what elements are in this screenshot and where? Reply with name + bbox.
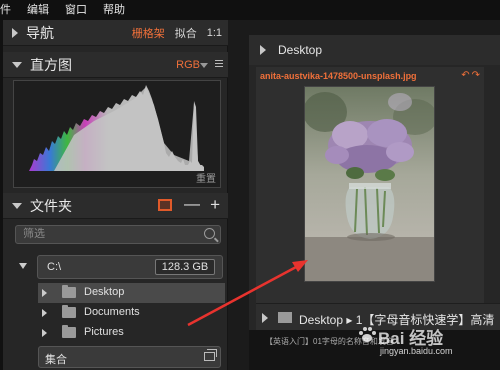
zoom-option-fit[interactable]: 拟合 [175, 25, 197, 41]
folder-icon [62, 305, 76, 318]
browser-panel: Desktop anita-austvika-1478500-unsplash.… [249, 35, 500, 370]
filter-placeholder: 筛选 [23, 228, 45, 240]
bottom-caption: 【英语入门】01字母的名称音和发音 [265, 337, 394, 346]
folder-icon [278, 312, 292, 323]
folder-label: Pictures [84, 326, 124, 338]
histogram-graph: 重置 [13, 80, 221, 188]
bottom-strip: 【英语入门】01字母的名称音和发音 [249, 330, 500, 370]
photo-thumbnail[interactable] [304, 86, 435, 282]
collections-button[interactable]: 集合 [38, 346, 221, 368]
histogram-reset-button[interactable]: 重置 [196, 170, 216, 185]
folder-item-desktop[interactable]: Desktop [38, 283, 225, 303]
histogram-plot [29, 85, 204, 171]
collapse-arrow-icon[interactable] [12, 202, 22, 209]
channel-select[interactable]: RGB [176, 59, 200, 71]
browser-footer[interactable]: Desktop ▸ 1【字母音标快速学】高清 [256, 303, 500, 331]
remove-folder-button[interactable]: — [184, 197, 200, 213]
expand-arrow-icon[interactable] [260, 45, 266, 55]
collapse-arrow-icon[interactable] [19, 263, 27, 269]
expand-arrow-icon[interactable] [42, 309, 47, 317]
collections-label: 集合 [45, 354, 67, 366]
expand-arrow-icon[interactable] [42, 329, 47, 337]
collections-icon[interactable] [204, 349, 217, 361]
folder-icon [62, 285, 76, 298]
zoom-option-grid[interactable]: 栅格架 [132, 25, 165, 41]
histogram-header[interactable]: 直方图 RGB [3, 52, 228, 78]
drive-row[interactable]: C:\ 128.3 GB [15, 255, 225, 279]
menu-bar: 件 编辑 窗口 帮助 [0, 0, 500, 20]
drive-box[interactable]: C:\ 128.3 GB [37, 255, 223, 279]
menu-help[interactable]: 帮助 [95, 0, 133, 20]
folder-item-documents[interactable]: Documents [38, 303, 225, 323]
import-folder-icon[interactable] [158, 199, 172, 211]
menu-window[interactable]: 窗口 [57, 0, 95, 20]
menu-file[interactable]: 件 [0, 0, 19, 20]
add-folder-button[interactable]: + [210, 196, 220, 213]
drive-label: C:\ [47, 261, 62, 273]
folder-filter-input[interactable]: 筛选 [15, 225, 221, 244]
expand-arrow-icon[interactable] [12, 27, 18, 38]
folder-label: Documents [84, 306, 140, 318]
folder-icon [62, 325, 76, 338]
panel-menu-icon[interactable] [215, 60, 223, 68]
expand-arrow-icon[interactable] [42, 289, 47, 297]
menu-edit[interactable]: 编辑 [19, 0, 57, 20]
search-icon[interactable] [204, 228, 215, 239]
thumbnail-card[interactable]: anita-austvika-1478500-unsplash.jpg ↶↷ [256, 67, 484, 334]
navigator-header[interactable]: 导航 栅格架 拟合 1:1 [3, 20, 228, 46]
zoom-option-1to1[interactable]: 1:1 [207, 27, 222, 39]
drive-size-badge: 128.3 GB [155, 259, 215, 275]
navigator-zoom-options: 栅格架 拟合 1:1 [132, 20, 222, 46]
folder-item-pictures[interactable]: Pictures [38, 323, 225, 343]
lilac-vase-image [305, 87, 434, 281]
expand-arrow-icon[interactable] [262, 313, 268, 323]
collapse-arrow-icon[interactable] [12, 61, 22, 68]
folders-header[interactable]: 文件夹 — + [3, 193, 228, 219]
folders-title: 文件夹 [30, 197, 72, 214]
footer-path: Desktop ▸ 1【字母音标快速学】高清 [299, 313, 495, 327]
browser-header[interactable]: Desktop [249, 35, 500, 65]
folder-label: Desktop [84, 286, 125, 298]
navigator-title: 导航 [26, 24, 54, 41]
panel-gutter [229, 20, 246, 370]
chevron-down-icon[interactable] [200, 63, 208, 68]
browser-title: Desktop [278, 43, 323, 57]
thumbnail-filename: anita-austvika-1478500-unsplash.jpg [260, 71, 417, 81]
histogram-title: 直方图 [30, 56, 72, 73]
rotate-icons[interactable]: ↶↷ [461, 70, 482, 81]
